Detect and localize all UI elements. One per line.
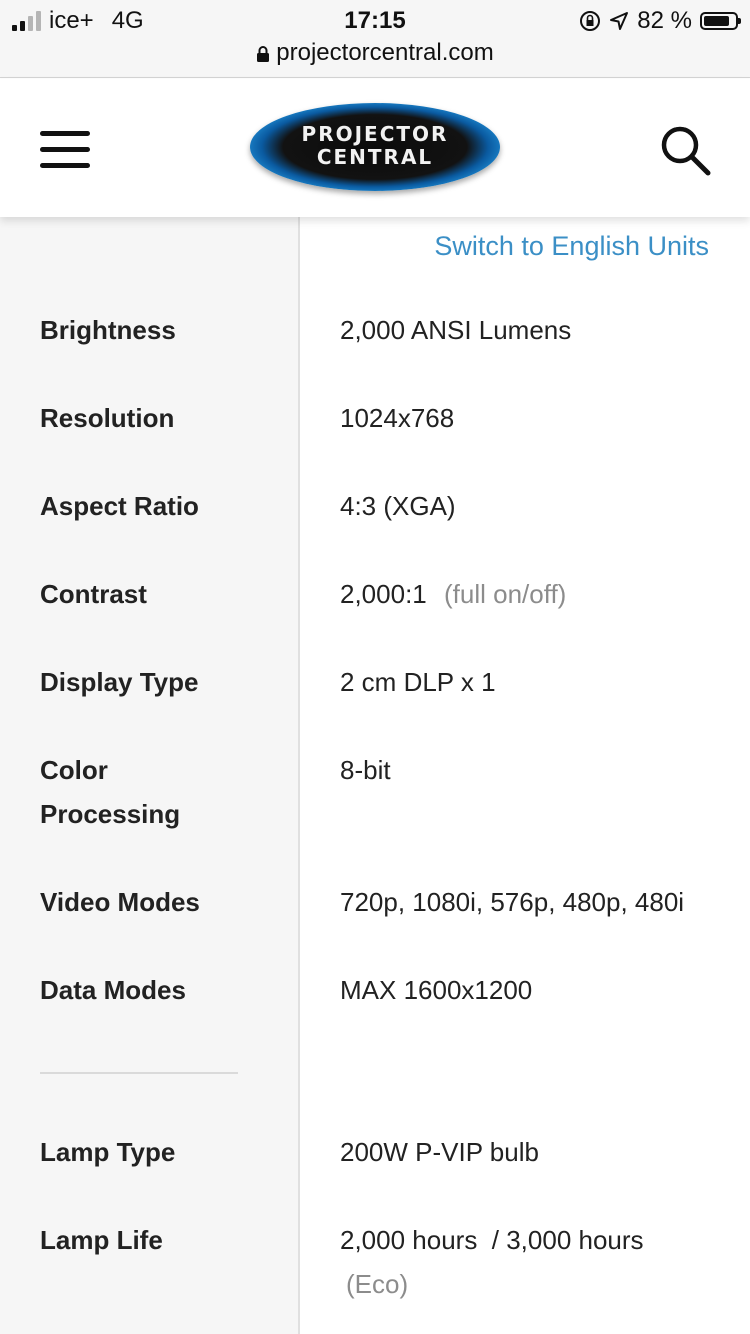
spec-label: Video Modes (40, 887, 200, 917)
spec-note: (Eco) (346, 1269, 409, 1299)
projector-central-logo[interactable]: PROJECTOR CENTRAL (250, 103, 500, 191)
spec-label: Lamp Life (40, 1225, 163, 1255)
spec-label: Lamp Type (40, 1137, 176, 1167)
section-divider (40, 1072, 238, 1074)
spec-value: 200W P-VIP bulb (340, 1137, 539, 1167)
spec-value: 2,000 hours / 3,000 hours (340, 1225, 644, 1255)
spec-label: Aspect Ratio (40, 491, 199, 521)
spec-value: MAX 1600x1200 (340, 975, 533, 1005)
spec-note: (full on/off) (443, 579, 567, 609)
site-header: PROJECTOR CENTRAL (0, 79, 750, 217)
switch-units-link[interactable]: Switch to English Units (434, 228, 709, 264)
spec-label-line-2: Processing (40, 799, 181, 829)
location-arrow-icon (610, 12, 629, 30)
spec-value: 4:3 (XGA) (340, 491, 456, 521)
battery-percent: 82 % (637, 7, 692, 34)
spec-value-group: 2,000:1 (full on/off) (340, 572, 730, 616)
search-icon[interactable] (658, 123, 712, 177)
spec-value: 1024x768 (340, 403, 455, 433)
spec-label: Color Processing (40, 748, 280, 836)
lock-icon (257, 45, 270, 62)
hamburger-icon[interactable] (40, 131, 90, 169)
spec-label: Contrast (40, 579, 147, 609)
logo-line-2: CENTRAL (316, 145, 434, 169)
logo-line-1: PROJECTOR (301, 122, 449, 146)
spec-label-line-1: Color (40, 755, 108, 785)
url-text: projectorcentral.com (276, 39, 494, 66)
spec-value: 2,000:1 (340, 579, 427, 609)
spec-label: Data Modes (40, 975, 186, 1005)
battery-icon (700, 12, 741, 30)
status-indicators: 82 % (579, 6, 741, 36)
address-bar[interactable]: projectorcentral.com (0, 38, 750, 68)
spec-label: Brightness (40, 315, 176, 345)
spec-label: Display Type (40, 667, 199, 697)
spec-value: 2,000 ANSI Lumens (340, 315, 572, 345)
status-bar: ice+ 4G 17:15 82 % projectorcentral.com (0, 0, 750, 78)
spec-value: 8-bit (340, 755, 391, 785)
spec-value: 2 cm DLP x 1 (340, 667, 496, 697)
spec-value: 720p, 1080i, 576p, 480p, 480i (340, 887, 685, 917)
spec-label: Resolution (40, 403, 175, 433)
spec-value-group: 2,000 hours / 3,000 hours (Eco) (340, 1218, 730, 1306)
rotation-lock-icon (580, 11, 601, 31)
